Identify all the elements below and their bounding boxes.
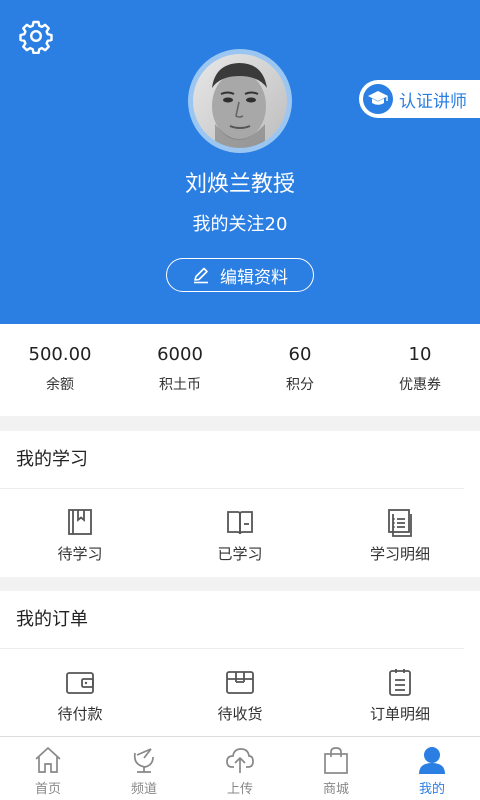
user-icon — [419, 747, 445, 774]
following-count[interactable]: 我的关注20 — [0, 210, 480, 236]
bottom-tab-bar: 首页 频道 上传 商城 我的 — [0, 736, 480, 800]
stat-label: 余额 — [46, 377, 74, 393]
bookmark-book-icon — [68, 509, 92, 535]
stat-value: 500.00 — [28, 344, 92, 365]
tab-label: 上传 — [226, 782, 253, 797]
item-label: 学习明细 — [369, 545, 430, 563]
study-done-button[interactable]: 已学习 — [160, 489, 320, 577]
gear-icon[interactable] — [18, 18, 54, 54]
avatar[interactable] — [193, 54, 287, 148]
orders-to-receive-button[interactable]: 待收货 — [160, 649, 320, 737]
stat-value: 6000 — [157, 344, 203, 365]
tab-mall[interactable]: 商城 — [288, 737, 384, 800]
orders-detail-button[interactable]: 订单明细 — [320, 649, 480, 737]
stat-coins[interactable]: 6000 积土币 — [120, 324, 240, 416]
tab-label: 频道 — [130, 782, 157, 797]
shopping-bag-icon — [324, 747, 348, 774]
package-icon — [226, 671, 254, 694]
item-label: 待付款 — [57, 705, 103, 723]
wallet-icon — [66, 672, 94, 694]
edit-profile-label: 编辑资料 — [220, 267, 288, 288]
cloud-upload-icon — [226, 748, 254, 773]
avatar-ring — [188, 49, 292, 153]
stat-points[interactable]: 60 积分 — [240, 324, 360, 416]
pencil-icon — [194, 267, 208, 284]
item-label: 待学习 — [57, 545, 103, 563]
stat-balance[interactable]: 500.00 余额 — [0, 324, 120, 416]
tab-channel[interactable]: 频道 — [96, 737, 192, 800]
graduation-cap-icon — [363, 84, 393, 114]
my-study-section: 我的学习 待学习 已学习 学习明细 — [0, 431, 480, 577]
clipboard-list-icon — [389, 669, 411, 696]
study-pending-button[interactable]: 待学习 — [0, 489, 160, 577]
item-label: 订单明细 — [369, 705, 430, 723]
tab-home[interactable]: 首页 — [0, 737, 96, 800]
certified-lecturer-badge[interactable]: 认证讲师 — [359, 80, 480, 118]
study-detail-button[interactable]: 学习明细 — [320, 489, 480, 577]
home-icon — [35, 747, 61, 773]
stat-value: 10 — [408, 344, 432, 365]
tab-mine[interactable]: 我的 — [384, 737, 480, 800]
section-title: 我的学习 — [0, 431, 464, 489]
satellite-dish-icon — [133, 748, 154, 773]
profile-header: 认证讲师 刘焕兰教授 我的关注20 编辑资料 — [0, 0, 480, 324]
tab-label: 商城 — [322, 782, 349, 797]
stat-label: 优惠券 — [399, 377, 441, 393]
stat-value: 60 — [288, 344, 312, 365]
stat-label: 积土币 — [159, 377, 201, 393]
stat-coupons[interactable]: 10 优惠券 — [360, 324, 480, 416]
open-book-icon — [227, 511, 253, 535]
item-label: 已学习 — [217, 545, 263, 563]
section-title: 我的订单 — [0, 591, 464, 649]
stat-label: 积分 — [286, 377, 314, 393]
orders-unpaid-button[interactable]: 待付款 — [0, 649, 160, 737]
my-orders-section: 我的订单 待付款 待收货 订单明细 — [0, 591, 480, 737]
edit-profile-button[interactable]: 编辑资料 — [166, 258, 314, 292]
certified-lecturer-label: 认证讲师 — [399, 91, 467, 112]
user-name: 刘焕兰教授 — [184, 172, 295, 197]
item-label: 待收货 — [217, 705, 263, 723]
tab-label: 首页 — [34, 782, 61, 797]
list-detail-icon — [388, 509, 412, 537]
account-stats: 500.00 余额 6000 积土币 60 积分 10 优惠券 — [0, 324, 480, 416]
tab-upload[interactable]: 上传 — [192, 737, 288, 800]
tab-label: 我的 — [418, 782, 445, 797]
